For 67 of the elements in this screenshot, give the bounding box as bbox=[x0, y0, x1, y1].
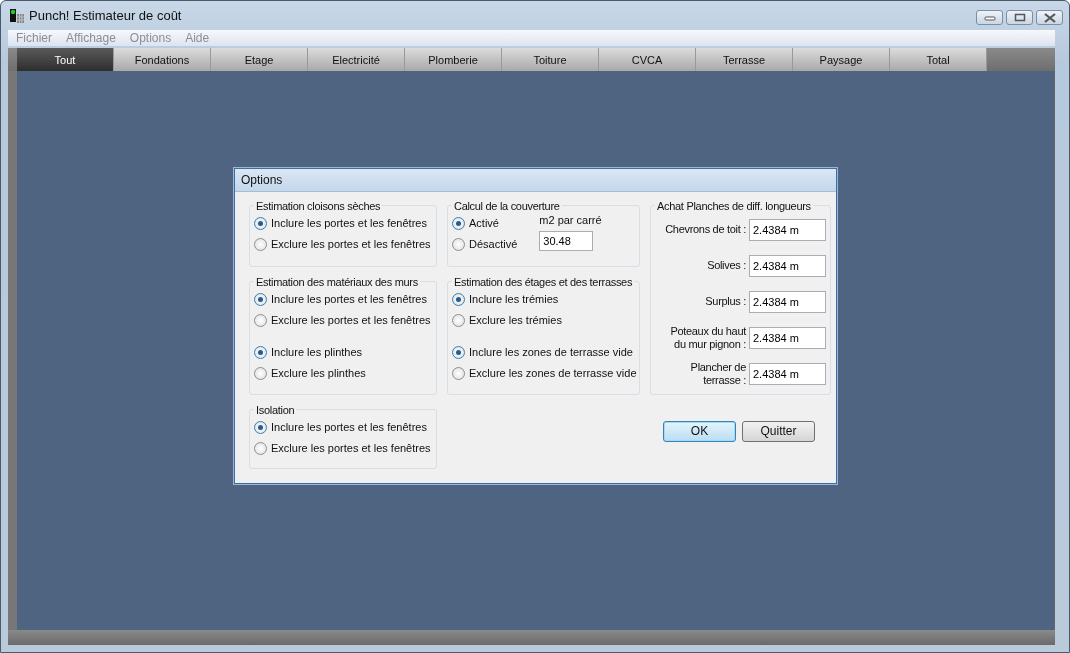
radio-button[interactable] bbox=[452, 216, 465, 230]
input-field[interactable]: 2.4384 m bbox=[749, 326, 826, 349]
minimize-button[interactable] bbox=[976, 10, 1003, 25]
dialog-button[interactable]: OK bbox=[663, 420, 736, 442]
radio-button[interactable] bbox=[452, 345, 465, 359]
group-title: Estimation cloisons sèches bbox=[255, 199, 382, 212]
option-label: Exclure les zones de terrasse vide bbox=[469, 367, 637, 379]
field-label: Plancher de terrasse : bbox=[689, 360, 746, 387]
tab[interactable]: Total bbox=[890, 48, 987, 71]
field-label: Surplus : bbox=[704, 295, 746, 308]
radio-button[interactable] bbox=[254, 345, 267, 359]
group-title: Estimation des étages et des terrasses bbox=[453, 275, 634, 288]
field-label: Poteaux du haut du mur pignon : bbox=[669, 324, 746, 351]
tab[interactable]: Electricité bbox=[308, 48, 405, 71]
close-icon bbox=[1042, 12, 1057, 23]
tab[interactable]: Plomberie bbox=[405, 48, 502, 71]
option-label: Inclure les trémies bbox=[469, 293, 559, 305]
radio-button[interactable] bbox=[452, 313, 465, 327]
option-label: Désactivé bbox=[469, 238, 518, 250]
option-label: Inclure les portes et les fenêtres bbox=[271, 293, 427, 305]
field-label: Chevrons de toit : bbox=[664, 223, 746, 236]
input-field[interactable]: 2.4384 m bbox=[749, 218, 826, 241]
option-label: Inclure les portes et les fenêtres bbox=[271, 217, 427, 229]
input-field[interactable]: 2.4384 m bbox=[749, 254, 826, 277]
radio-button[interactable] bbox=[452, 237, 465, 251]
group-title: Achat Planches de diff. longueurs bbox=[656, 199, 812, 212]
radio-button[interactable] bbox=[452, 292, 465, 306]
option-label: Exclure les portes et les fenêtres bbox=[271, 314, 431, 326]
tab[interactable]: CVCA bbox=[599, 48, 696, 71]
option-label: Inclure les zones de terrasse vide bbox=[469, 346, 633, 358]
group-title: Isolation bbox=[255, 403, 296, 416]
tab[interactable]: Etage bbox=[211, 48, 308, 71]
radio-button[interactable] bbox=[254, 420, 267, 434]
option-label: Inclure les portes et les fenêtres bbox=[271, 421, 427, 433]
radio-button[interactable] bbox=[254, 441, 267, 455]
radio-button[interactable] bbox=[254, 237, 267, 251]
tab[interactable]: Terrasse bbox=[696, 48, 793, 71]
tab[interactable]: Tout bbox=[17, 48, 114, 71]
option-label: Exclure les trémies bbox=[469, 314, 562, 326]
radio-button[interactable] bbox=[254, 366, 267, 380]
option-label: Exclure les portes et les fenêtres bbox=[271, 238, 431, 250]
field-label: Solives : bbox=[706, 259, 746, 272]
dialog-button[interactable]: Quitter bbox=[742, 420, 815, 442]
window-title: Punch! Estimateur de coût bbox=[29, 8, 182, 23]
radio-button[interactable] bbox=[452, 366, 465, 380]
option-label: Exclure les plinthes bbox=[271, 367, 366, 379]
group-title: Estimation des matériaux des murs bbox=[255, 275, 419, 288]
maximize-button[interactable] bbox=[1006, 10, 1033, 25]
minimize-icon bbox=[983, 13, 996, 22]
tab[interactable]: Paysage bbox=[793, 48, 890, 71]
radio-button[interactable] bbox=[254, 292, 267, 306]
option-label: Exclure les portes et les fenêtres bbox=[271, 442, 431, 454]
input-field[interactable]: 2.4384 m bbox=[749, 362, 826, 385]
close-button[interactable] bbox=[1036, 10, 1063, 25]
dialog-title: Options bbox=[235, 168, 836, 192]
tab[interactable]: Fondations bbox=[114, 48, 211, 71]
maximize-icon bbox=[1013, 13, 1026, 22]
radio-button[interactable] bbox=[254, 216, 267, 230]
field-label: m2 par carré bbox=[539, 213, 602, 226]
input-field[interactable]: 30.48 bbox=[539, 230, 594, 251]
tab[interactable]: Toiture bbox=[502, 48, 599, 71]
radio-button[interactable] bbox=[254, 313, 267, 327]
option-label: Inclure les plinthes bbox=[271, 346, 363, 358]
group-title: Calcul de la couverture bbox=[453, 199, 561, 212]
input-field[interactable]: 2.4384 m bbox=[749, 290, 826, 313]
option-label: Activé bbox=[469, 217, 499, 229]
app-icon bbox=[9, 7, 25, 24]
